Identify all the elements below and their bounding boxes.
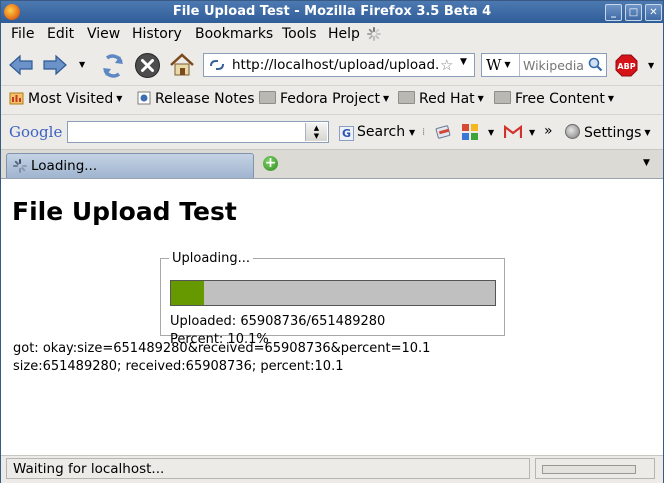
google-search-input[interactable] [71,124,301,140]
chevron-down-icon: ▼ [607,94,614,103]
chevron-down-icon: ▼ [116,94,123,103]
folder-icon [259,91,276,104]
status-progress-meter [535,458,655,479]
status-text: Waiting for localhost... [6,458,530,479]
google-toolbar: Google ▲ ▼ G Search ▼ ⁞ ▼ ▼ » Settings ▼ [1,115,663,150]
site-identity-icon[interactable] [208,57,226,73]
back-arrow-icon[interactable] [7,52,35,78]
upload-legend: Uploading... [172,251,251,266]
menu-edit[interactable]: Edit [47,26,74,42]
menu-view[interactable]: View [87,26,120,42]
most-visited-icon [9,92,24,105]
menu-help[interactable]: Help [328,26,360,42]
title-bar: File Upload Test - Mozilla Firefox 3.5 B… [1,1,663,23]
chevron-down-icon: ▼ [504,60,511,69]
menu-tools[interactable]: Tools [282,26,317,42]
url-dropdown-icon[interactable]: ▼ [460,57,467,67]
new-tab-plus-icon[interactable]: + [263,156,278,171]
google-settings-button[interactable]: Settings ▼ [565,124,651,141]
chevron-down-icon: ▼ [644,128,651,137]
bookmark-fedora-project[interactable]: Fedora Project ▼ [259,91,389,107]
browser-window: File Upload Test - Mozilla Firefox 3.5 B… [0,0,664,483]
folder-icon [398,91,415,104]
server-response-line: got: okay:size=651489280&received=659087… [13,341,431,356]
menu-bookmarks[interactable]: Bookmarks [195,26,273,42]
tab-label: Loading... [31,158,98,174]
menu-history[interactable]: History [132,26,182,42]
google-search-button[interactable]: G Search [339,124,405,141]
forward-arrow-icon[interactable] [41,52,69,78]
search-input[interactable] [523,56,587,74]
search-engine-selector[interactable]: W ▼ [482,54,520,76]
toolbar-separator-icon: ⁞ [422,127,426,138]
toolbar-overflow-button[interactable]: » [544,123,553,139]
tab-loading[interactable]: Loading... [6,153,254,178]
reload-icon[interactable] [99,52,127,80]
server-summary-line: size:651489280; received:65908736; perce… [13,359,344,374]
minimize-button[interactable]: _ [605,4,622,21]
stop-icon[interactable] [134,52,161,79]
url-bar[interactable]: ☆ ▼ [203,53,475,77]
bookmark-star-icon[interactable]: ☆ [440,56,453,74]
bookmark-release-notes[interactable]: Release Notes [137,91,255,107]
google-search-dropdown-icon[interactable]: ▼ [409,128,415,137]
toolbar-dropdown-icon[interactable]: ▼ [648,61,654,70]
upload-progress-fill [171,281,204,305]
gmail-icon[interactable] [504,125,522,139]
tab-strip: Loading... [1,150,663,179]
upload-progress-box: Uploading... Uploaded: 65908736/65148928… [160,251,505,347]
google-logo[interactable]: Google [9,123,62,141]
svg-text:ABP: ABP [617,62,635,71]
folder-icon [494,91,511,104]
page-icon [137,91,151,105]
menu-bar: File Edit View History Bookmarks Tools H… [1,23,663,45]
gadgets-icon[interactable] [461,123,479,141]
bookmarks-toolbar: Most Visited ▼ Release Notes Fedora Proje… [1,86,663,115]
search-bar[interactable]: W ▼ [481,53,607,77]
wrench-icon [565,124,580,139]
page-content: File Upload Test Uploading... Uploaded: … [1,179,663,455]
menu-file[interactable]: File [11,26,34,42]
window-title: File Upload Test - Mozilla Firefox 3.5 B… [172,4,492,19]
google-g-icon: G [339,126,354,141]
loading-spinner-icon [13,159,27,173]
tab-list-dropdown-icon[interactable]: ▼ [643,158,650,168]
bookmark-red-hat[interactable]: Red Hat ▼ [398,91,484,107]
status-bar: Waiting for localhost... [1,455,663,483]
gadgets-dropdown-icon[interactable]: ▼ [488,128,494,137]
search-icon[interactable] [588,57,603,72]
page-title: File Upload Test [12,197,237,226]
uploaded-bytes-text: Uploaded: 65908736/651489280 [170,314,386,329]
chevron-down-icon: ▼ [477,94,484,103]
chevron-down-icon: ▼ [383,94,390,103]
google-bookmarks-icon[interactable] [435,124,453,140]
wikipedia-icon: W [486,56,502,74]
google-search-field[interactable]: ▲ ▼ [67,121,329,143]
history-dropdown-icon[interactable]: ▼ [79,60,85,69]
google-search-history-button[interactable]: ▲ ▼ [305,123,327,141]
bookmark-most-visited[interactable]: Most Visited ▼ [9,91,122,107]
gmail-dropdown-icon[interactable]: ▼ [529,128,535,137]
bookmark-free-content[interactable]: Free Content ▼ [494,91,614,107]
maximize-button[interactable]: □ [625,4,642,21]
close-window-button[interactable]: ✕ [645,4,662,21]
upload-progress-bar [170,280,496,306]
adblock-plus-icon[interactable]: ABP [615,54,638,77]
home-icon[interactable] [168,52,196,78]
throbber-icon [367,27,381,41]
url-input[interactable] [232,56,442,74]
